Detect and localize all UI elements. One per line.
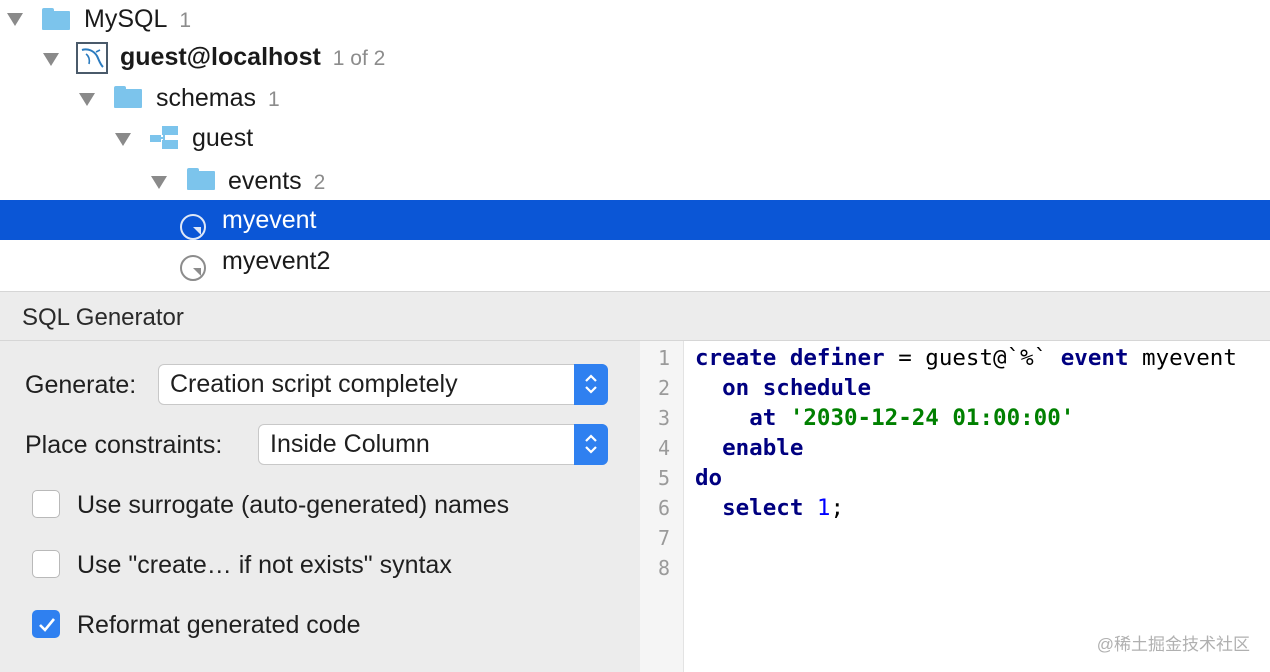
if-not-exists-label: Use "create… if not exists" syntax xyxy=(77,551,452,579)
sql-keyword: enable xyxy=(722,435,804,461)
tree-node-label: events xyxy=(228,167,302,195)
tree-node-label: schemas xyxy=(156,84,257,112)
line-number-gutter: 1 2 3 4 5 6 7 8 xyxy=(640,341,684,672)
event-icon xyxy=(180,214,206,240)
folder-icon xyxy=(42,8,70,30)
expand-arrow-icon[interactable] xyxy=(151,176,167,189)
if-not-exists-checkbox[interactable] xyxy=(32,550,60,578)
code-line: at '2030-12-24 01:00:00' xyxy=(695,403,1074,433)
tree-node-label: guest@localhost xyxy=(120,43,321,71)
code-line: enable xyxy=(695,433,803,463)
code-line: do xyxy=(695,463,722,493)
watermark-text: @稀土掘金技术社区 xyxy=(1096,635,1250,654)
tree-node-count: 1 xyxy=(179,9,192,32)
options-pane: Generate: Creation script completely Pla… xyxy=(0,341,640,672)
tree-node-schemas[interactable]: schemas 1 xyxy=(0,78,1270,118)
generate-select[interactable]: Creation script completely xyxy=(158,364,608,405)
line-number: 8 xyxy=(657,556,670,580)
surrogate-names-label: Use surrogate (auto-generated) names xyxy=(77,491,510,519)
expand-arrow-icon[interactable] xyxy=(43,53,59,66)
constraints-select[interactable]: Inside Column xyxy=(258,424,608,465)
schema-icon xyxy=(150,125,180,151)
select-arrows-icon[interactable] xyxy=(574,424,608,465)
tree-node-connection[interactable]: guest@localhost 1 of 2 xyxy=(0,38,1270,78)
expand-arrow-icon[interactable] xyxy=(79,93,95,106)
panel-header: SQL Generator xyxy=(0,291,1270,341)
sql-keyword: select xyxy=(722,495,804,521)
constraints-label: Place constraints: xyxy=(25,431,223,459)
sql-text: ; xyxy=(830,495,845,521)
sql-keyword: event xyxy=(1060,345,1129,371)
line-number: 5 xyxy=(657,466,670,490)
sql-string: '2030-12-24 01:00:00' xyxy=(789,405,1075,431)
panel-title: SQL Generator xyxy=(22,304,184,331)
tree-node-label: guest xyxy=(192,124,254,152)
tree-node-event[interactable]: myevent2 xyxy=(0,241,1270,281)
line-number: 1 xyxy=(657,346,670,370)
tree-node-mysql[interactable]: MySQL 1 xyxy=(0,0,1270,40)
sql-text: = guest@`%` xyxy=(884,345,1061,371)
reformat-code-label: Reformat generated code xyxy=(77,611,361,639)
code-line: on schedule xyxy=(695,373,871,403)
sql-text: myevent xyxy=(1128,345,1237,371)
tree-node-events[interactable]: events 2 xyxy=(0,161,1270,201)
mysql-database-icon xyxy=(76,42,108,74)
tree-node-count: 1 of 2 xyxy=(332,47,386,70)
code-line: create definer = guest@`%` event myevent xyxy=(695,343,1237,373)
generate-label: Generate: xyxy=(25,371,137,399)
tree-node-label: MySQL xyxy=(84,5,168,33)
surrogate-names-checkbox[interactable] xyxy=(32,490,60,518)
checkmark-icon xyxy=(39,618,56,632)
tree-node-event-selected[interactable]: myevent xyxy=(0,200,1270,240)
expand-arrow-icon[interactable] xyxy=(7,13,23,26)
tree-node-label: myevent2 xyxy=(222,247,331,275)
line-number: 4 xyxy=(657,436,670,460)
sql-keyword: do xyxy=(695,465,723,491)
constraints-select-value: Inside Column xyxy=(270,430,430,458)
database-tree[interactable]: MySQL 1 guest@localhost 1 of 2 schemas 1 xyxy=(0,0,1270,291)
sql-keyword: create xyxy=(695,345,777,371)
code-line: select 1; xyxy=(695,493,844,523)
line-number: 6 xyxy=(657,496,670,520)
sql-preview-editor[interactable]: 1 2 3 4 5 6 7 8 create definer = guest@`%` even… xyxy=(640,341,1270,672)
event-icon xyxy=(180,255,206,281)
tree-node-schema-guest[interactable]: guest xyxy=(0,118,1270,158)
folder-icon xyxy=(114,86,142,108)
expand-arrow-icon[interactable] xyxy=(115,133,131,146)
tree-node-label: myevent xyxy=(222,206,317,234)
reformat-code-checkbox[interactable] xyxy=(32,610,60,638)
tree-node-count: 1 xyxy=(268,88,280,111)
sql-number: 1 xyxy=(816,495,831,521)
generate-select-value: Creation script completely xyxy=(170,370,458,398)
line-number: 3 xyxy=(657,406,670,430)
line-number: 2 xyxy=(657,376,670,400)
select-arrows-icon[interactable] xyxy=(574,364,608,405)
sql-keyword: on schedule xyxy=(722,375,872,401)
sql-keyword: at xyxy=(749,405,777,431)
tree-node-count: 2 xyxy=(313,171,326,194)
folder-icon xyxy=(187,168,215,190)
line-number: 7 xyxy=(657,526,670,550)
sql-keyword: definer xyxy=(789,345,885,371)
